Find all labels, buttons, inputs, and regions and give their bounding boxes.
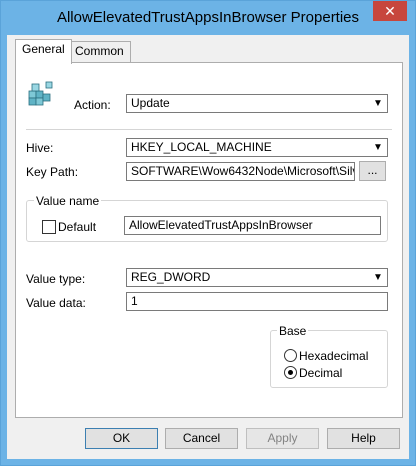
close-button[interactable]: ✕ [373,1,407,21]
key-path-field[interactable]: SOFTWARE\Wow6432Node\Microsoft\Silverlig [126,162,355,181]
help-button[interactable]: Help [327,428,400,449]
dialog-client: General Common Action: Update ▼ Hive: HK… [7,35,409,459]
hive-value: HKEY_LOCAL_MACHINE [131,140,272,154]
hive-combo[interactable]: HKEY_LOCAL_MACHINE ▼ [126,138,388,157]
key-path-label: Key Path: [26,165,79,179]
value-name-field[interactable]: AllowElevatedTrustAppsInBrowser [124,216,381,235]
radio-selected-dot [288,370,293,375]
hexadecimal-radio[interactable] [284,349,297,362]
hive-label: Hive: [26,141,54,155]
default-checkbox[interactable] [42,220,56,234]
value-type-label: Value type: [26,272,86,286]
close-icon: ✕ [384,3,396,19]
chevron-down-icon: ▼ [373,142,383,153]
default-label: Default [58,220,97,234]
decimal-radio[interactable] [284,366,297,379]
action-combo[interactable]: Update ▼ [126,94,388,113]
general-panel: Action: Update ▼ Hive: HKEY_LOCAL_MACHIN… [15,62,403,418]
value-type-value: REG_DWORD [131,270,211,284]
hexadecimal-label: Hexadecimal [299,349,369,363]
properties-window: AllowElevatedTrustAppsInBrowser Properti… [0,0,416,466]
registry-icon [28,81,53,106]
tab-general[interactable]: General [15,39,72,64]
chevron-down-icon: ▼ [373,272,383,283]
chevron-down-icon: ▼ [373,98,383,109]
base-group-title: Base [277,324,309,338]
value-type-combo[interactable]: REG_DWORD ▼ [126,268,388,287]
title-bar[interactable]: AllowElevatedTrustAppsInBrowser Properti… [1,1,415,35]
browse-button[interactable]: ... [359,161,386,181]
cancel-button[interactable]: Cancel [165,428,238,449]
value-name-group-title: Value name [34,194,102,208]
tab-common[interactable]: Common [68,41,131,62]
value-data-label: Value data: [26,296,86,310]
action-value: Update [131,96,170,110]
ok-button[interactable]: OK [85,428,158,449]
value-data-field[interactable]: 1 [126,292,388,311]
decimal-label: Decimal [299,366,343,380]
separator [26,129,392,130]
window-title: AllowElevatedTrustAppsInBrowser Properti… [56,9,360,26]
apply-button[interactable]: Apply [246,428,319,449]
action-label: Action: [74,98,111,112]
